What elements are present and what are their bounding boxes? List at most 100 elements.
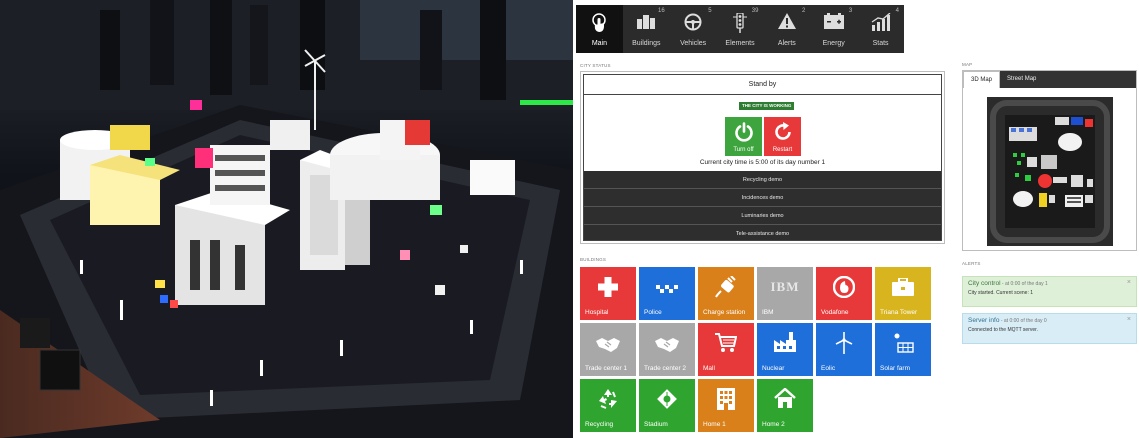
ibm-logo-icon: IBM (770, 279, 800, 294)
nav-item-buildings[interactable]: 16 Buildings (623, 5, 670, 53)
tile-label: Eolic (821, 365, 836, 372)
tile-charge-station[interactable]: Charge station (698, 267, 754, 320)
nav-item-stats[interactable]: 4 Stats (857, 5, 904, 53)
tile-eolic[interactable]: Eolic (816, 323, 872, 376)
alert-server-info: Server info - at 0:00 of the day 0 Conne… (962, 313, 1137, 344)
building-tiles: Hospital Police Charge station IBM IBM V… (580, 267, 931, 432)
nav-label: Stats (872, 40, 889, 47)
briefcase-icon (892, 278, 914, 296)
nav-label: Energy (822, 40, 845, 47)
tile-trade-center-2[interactable]: Trade center 2 (639, 323, 695, 376)
alert-title-line: Server info - at 0:00 of the day 0 (968, 317, 1131, 325)
power-icon (734, 122, 753, 142)
nav-item-main[interactable]: Main (576, 5, 623, 53)
city-status-inner: Stand by THE CITY IS WORKING Turn off Re… (583, 74, 942, 241)
alert-time: - at 0:00 of the day 1 (1000, 281, 1048, 287)
demo-list: Recycling demo Incidences demo Luminarie… (584, 171, 941, 240)
city-working-badge: THE CITY IS WORKING (739, 102, 795, 110)
nav-item-elements[interactable]: 39 Elements (717, 5, 764, 53)
restart-button[interactable]: Restart (764, 117, 801, 156)
tile-label: Solar farm (880, 365, 910, 372)
tile-trade-center-1[interactable]: Trade center 1 (580, 323, 636, 376)
tile-label: Home 2 (762, 421, 785, 428)
tile-label: Triana Tower (880, 309, 918, 316)
recycle-icon (599, 389, 617, 409)
nav-label: Main (591, 40, 608, 47)
demo-tele-assistance-button[interactable]: Tele-assistance demo (584, 225, 941, 243)
tile-triana-tower[interactable]: Triana Tower (875, 267, 931, 320)
tile-label: Stadium (644, 421, 668, 428)
tile-stadium[interactable]: Stadium (639, 379, 695, 432)
cross-icon (598, 277, 618, 297)
tile-label: Home 1 (703, 421, 726, 428)
close-icon[interactable]: × (1127, 279, 1131, 287)
map-panel: 3D Map Street Map (962, 70, 1137, 251)
nav-item-energy[interactable]: 3 Energy (810, 5, 857, 53)
turn-off-label: Turn off (733, 147, 754, 153)
tile-solar-farm[interactable]: Solar farm (875, 323, 931, 376)
tile-home-1[interactable]: Home 1 (698, 379, 754, 432)
demo-recycling-button[interactable]: Recycling demo (584, 171, 941, 189)
handshake-icon (655, 338, 679, 352)
tile-label: IBM (762, 309, 774, 316)
plug-icon (715, 276, 736, 298)
turn-off-button[interactable]: Turn off (725, 117, 762, 156)
demo-incidences-button[interactable]: Incidences demo (584, 189, 941, 207)
tile-label: Mall (703, 365, 715, 372)
alert-city-control: City control - at 0:00 of the day 1 City… (962, 276, 1137, 307)
city-status-panel: Stand by THE CITY IS WORKING Turn off Re… (580, 71, 945, 244)
touch-icon (592, 13, 607, 32)
chart-icon (871, 13, 891, 31)
close-icon[interactable]: × (1127, 316, 1131, 324)
restart-icon (774, 122, 791, 140)
police-icon (656, 285, 678, 293)
factory-icon (774, 332, 796, 352)
nav-label: Buildings (632, 40, 661, 47)
steering-wheel-icon (684, 13, 702, 31)
demo-luminaries-button[interactable]: Luminaries demo (584, 207, 941, 225)
tab-street-map[interactable]: Street Map (1000, 71, 1043, 88)
top-navigation: Main 16 Buildings 5 Vehicles 39 Elements… (573, 0, 1139, 57)
restart-label: Restart (772, 147, 793, 153)
buildings-label: BUILDINGS (580, 257, 607, 262)
city-time-text: Current city time is 5:00 of its day num… (699, 159, 826, 166)
nav-item-alerts[interactable]: 2 Alerts (763, 5, 810, 53)
tile-label: Nuclear (762, 365, 785, 372)
tile-label: Vodafone (821, 309, 849, 316)
nav-item-vehicles[interactable]: 5 Vehicles (670, 5, 717, 53)
tile-recycling[interactable]: Recycling (580, 379, 636, 432)
tile-home-2[interactable]: Home 2 (757, 379, 813, 432)
tile-mall[interactable]: Mall (698, 323, 754, 376)
city-3d-map[interactable] (987, 97, 1113, 246)
nav-count: 5 (708, 8, 712, 14)
nav-label: Alerts (777, 40, 796, 47)
alert-message: City started. Current scene: 1 (968, 290, 1034, 296)
tile-label: Hospital (585, 309, 609, 316)
tile-ibm[interactable]: IBM IBM (757, 267, 813, 320)
tile-label: Police (644, 309, 662, 316)
city-control-app: Main 16 Buildings 5 Vehicles 39 Elements… (573, 0, 1139, 438)
tile-vodafone[interactable]: Vodafone (816, 267, 872, 320)
nav-label: Vehicles (680, 40, 707, 47)
alert-time: - at 0:00 of the day 0 (999, 318, 1047, 324)
tile-hospital[interactable]: Hospital (580, 267, 636, 320)
tile-label: Trade center 1 (585, 365, 628, 372)
solar-panel-icon (894, 333, 914, 353)
nav-count: 16 (658, 8, 665, 14)
tile-nuclear[interactable]: Nuclear (757, 323, 813, 376)
nav-bar: Main 16 Buildings 5 Vehicles 39 Elements… (576, 5, 904, 53)
buildings-icon (637, 15, 656, 29)
nav-count: 39 (751, 8, 759, 14)
alerts-label: ALERTS (962, 261, 981, 266)
tile-label: Charge station (703, 309, 746, 316)
stadium-icon (657, 389, 677, 409)
alert-title: City control (968, 280, 1001, 287)
vodafone-icon (833, 276, 855, 298)
tab-3d-map[interactable]: 3D Map (963, 71, 1001, 88)
map-tabs: 3D Map Street Map (963, 71, 1136, 88)
tile-label: Recycling (585, 421, 614, 428)
tile-police[interactable]: Police (639, 267, 695, 320)
traffic-light-icon (733, 13, 747, 33)
house-icon (774, 388, 796, 408)
battery-icon (823, 13, 844, 29)
